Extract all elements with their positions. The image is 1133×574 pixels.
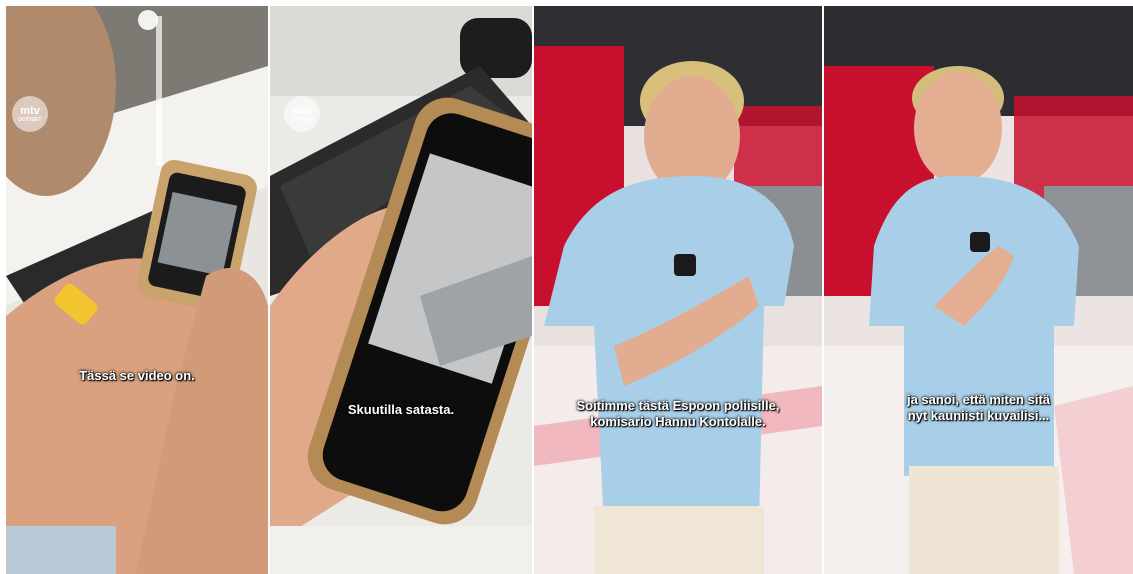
frame-2: mtv UUTISET Skuutilla satasta. bbox=[270, 6, 532, 574]
caption-1: Tässä se video on. bbox=[79, 368, 195, 383]
channel-logo: mtv UUTISET bbox=[12, 96, 48, 132]
frame-4-scene bbox=[824, 6, 1133, 574]
frame-1: mtv UUTISET Tässä se video on. bbox=[6, 6, 268, 574]
caption-4: ja sanoi, että miten sitä nyt kauniisti … bbox=[906, 392, 1051, 423]
frame-1-scene bbox=[6, 6, 268, 574]
frame-3: Soitimme tästä Espoon poliisille, komisa… bbox=[534, 6, 822, 574]
frame-2-scene bbox=[270, 6, 532, 574]
logo-subtext: UUTISET bbox=[18, 117, 42, 123]
logo-text: mtv bbox=[20, 105, 40, 117]
frame-4: ja sanoi, että miten sitä nyt kauniisti … bbox=[824, 6, 1133, 574]
caption-3: Soitimme tästä Espoon poliisille, komisa… bbox=[576, 398, 780, 429]
channel-logo-2: mtv UUTISET bbox=[284, 96, 320, 132]
caption-2: Skuutilla satasta. bbox=[347, 402, 455, 417]
logo-text-2: mtv bbox=[292, 105, 312, 117]
frame-3-scene bbox=[534, 6, 822, 574]
logo-subtext-2: UUTISET bbox=[290, 117, 314, 123]
video-frame-strip: mtv UUTISET Tässä se video on. mtv UUTIS… bbox=[0, 0, 1133, 574]
